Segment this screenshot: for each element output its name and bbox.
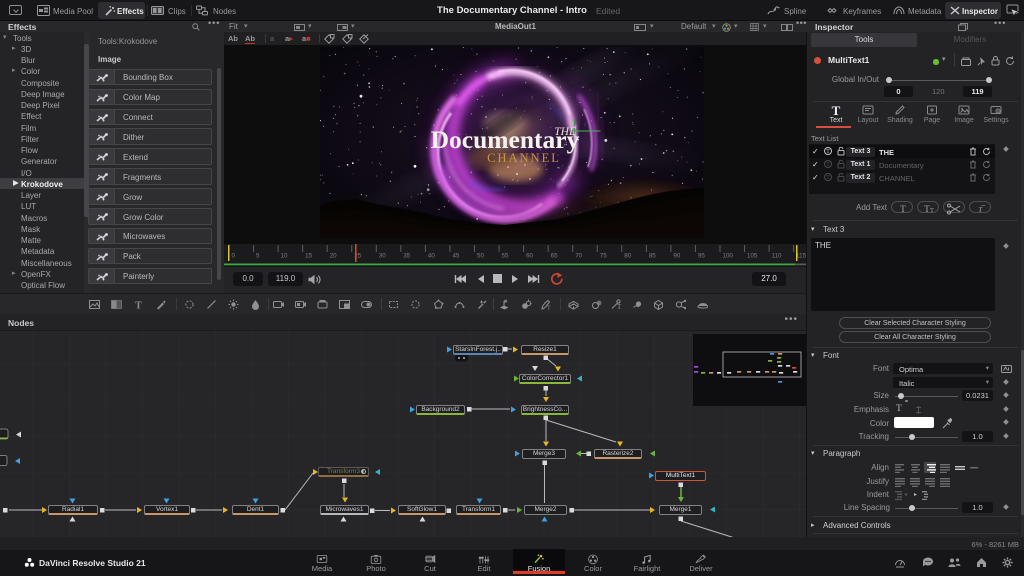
svg-text:30: 30 <box>379 253 386 260</box>
svg-text:105: 105 <box>747 253 758 260</box>
svg-text:T: T <box>900 204 906 214</box>
svg-text:CHANNEL: CHANNEL <box>487 151 561 165</box>
svg-text:0: 0 <box>232 253 236 260</box>
svg-text:5: 5 <box>256 253 260 260</box>
svg-text:Documentary: Documentary <box>431 125 580 154</box>
svg-text:50: 50 <box>477 253 484 260</box>
svg-text:95: 95 <box>698 253 705 260</box>
svg-text:70: 70 <box>575 253 582 260</box>
svg-text:85: 85 <box>649 253 656 260</box>
svg-text:75: 75 <box>600 253 607 260</box>
svg-text:35: 35 <box>403 253 410 260</box>
svg-text:T: T <box>135 300 142 311</box>
svg-text:45: 45 <box>452 253 459 260</box>
svg-text:T: T <box>617 303 621 311</box>
svg-text:55: 55 <box>502 253 509 260</box>
svg-text:80: 80 <box>624 253 631 260</box>
svg-text:90: 90 <box>673 253 680 260</box>
svg-text:15: 15 <box>305 253 312 260</box>
svg-text:40: 40 <box>428 253 435 260</box>
svg-text:T: T <box>547 305 551 311</box>
svg-text:110: 110 <box>772 253 782 260</box>
svg-text:10: 10 <box>281 253 288 260</box>
svg-text:𝜏 ̅: 𝜏 ̅ <box>979 205 987 214</box>
svg-text:65: 65 <box>551 253 558 260</box>
svg-text:60: 60 <box>526 253 533 260</box>
svg-text:T: T <box>930 208 934 214</box>
svg-text:100: 100 <box>723 253 734 260</box>
svg-text:20: 20 <box>330 253 337 260</box>
svg-text:T: T <box>832 104 841 117</box>
svg-text:115: 115 <box>796 253 806 260</box>
